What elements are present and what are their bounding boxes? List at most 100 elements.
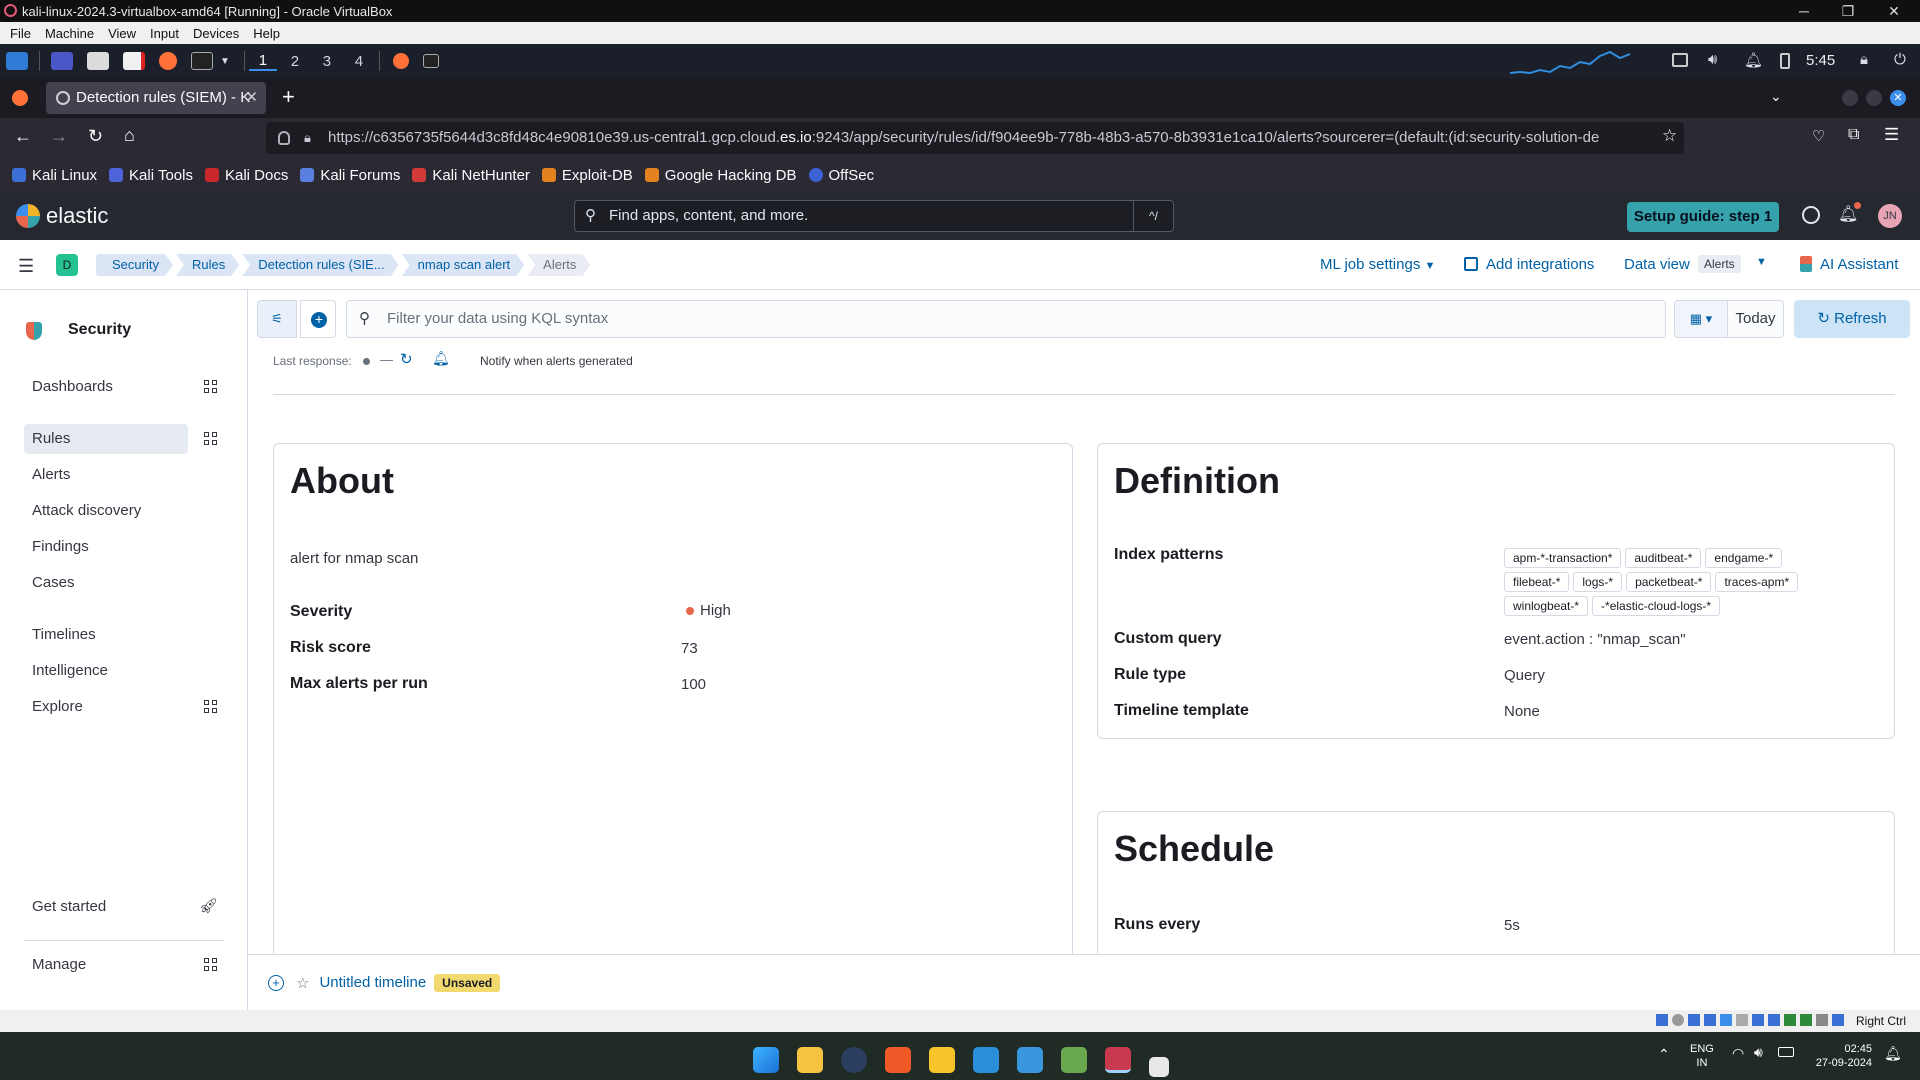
explore-grid-icon[interactable] <box>204 700 218 714</box>
wifi-icon[interactable]: ◠ <box>1732 1045 1744 1062</box>
bookmark-exploit-db[interactable]: Exploit-DB <box>541 167 633 184</box>
workspace-3[interactable]: 3 <box>313 53 341 70</box>
menu-view[interactable]: View <box>108 26 136 41</box>
desktop-icon[interactable] <box>51 52 73 70</box>
visual-studio-installer-icon[interactable] <box>1061 1047 1087 1073</box>
workspace-2[interactable]: 2 <box>281 53 309 70</box>
workspace-4[interactable]: 4 <box>345 53 373 70</box>
bookmark-kali-linux[interactable]: Kali Linux <box>12 167 97 184</box>
brave-icon[interactable] <box>885 1047 911 1073</box>
data-view-chevron-icon[interactable]: ▼ <box>1756 256 1767 268</box>
app-menu-icon[interactable]: ☰ <box>1884 125 1899 145</box>
add-integrations-button[interactable]: Add integrations <box>1486 256 1594 273</box>
system-clock[interactable]: 02:45 27-09-2024 <box>1812 1042 1872 1070</box>
sidebar-item-dashboards[interactable]: Dashboards <box>24 372 217 402</box>
sidebar-item-rules[interactable]: Rules <box>24 424 217 454</box>
breadcrumb-security[interactable]: Security <box>96 254 173 276</box>
timeline-add-icon[interactable]: + <box>268 974 284 991</box>
virtualbox-icon[interactable] <box>1105 1047 1131 1073</box>
reload-icon[interactable]: ↻ <box>88 126 103 147</box>
close-icon[interactable]: ✕ <box>1874 0 1914 22</box>
pocket-icon[interactable]: ♡ <box>1812 127 1825 145</box>
firefox-icon[interactable] <box>159 52 177 70</box>
elastic-logo-icon[interactable] <box>16 204 40 228</box>
back-icon[interactable]: ← <box>14 126 32 147</box>
sidebar-item-findings[interactable]: Findings <box>24 532 188 562</box>
menu-help[interactable]: Help <box>253 26 280 41</box>
bookmark-google-hacking-db[interactable]: Google Hacking DB <box>644 167 797 184</box>
extensions-icon[interactable]: ⧉ <box>1848 126 1859 144</box>
dashboards-grid-icon[interactable] <box>204 380 218 394</box>
data-view-label[interactable]: Data view <box>1624 256 1690 273</box>
workspace-1[interactable]: 1 <box>248 52 277 71</box>
timeline-name-link[interactable]: Untitled timeline <box>319 974 426 991</box>
add-filter-button[interactable]: + <box>300 300 336 338</box>
date-quick-menu-button[interactable]: ▦ ▾ <box>1674 300 1728 338</box>
sidebar-item-intelligence[interactable]: Intelligence <box>24 656 188 686</box>
terminal-window-icon[interactable] <box>422 54 439 68</box>
sidebar-title[interactable]: Security <box>68 321 131 339</box>
speaker-icon[interactable]: 🔊︎ <box>1754 1044 1763 1061</box>
hamburger-menu-icon[interactable]: ☰ <box>18 256 34 277</box>
files-icon[interactable] <box>87 52 109 70</box>
rules-grid-icon[interactable] <box>204 432 218 446</box>
minimize-icon[interactable]: ─ <box>1784 0 1824 22</box>
bell-icon[interactable]: 🔔︎ <box>432 350 450 367</box>
rocket-icon[interactable]: 🚀︎ <box>199 892 218 922</box>
tab-close-icon[interactable]: ✕ <box>245 82 258 114</box>
notification-center-icon[interactable]: 🔔︎ <box>1884 1045 1902 1062</box>
kql-search-input[interactable]: ⚲ Filter your data using KQL syntax <box>346 300 1666 338</box>
url-bar[interactable]: 🔒︎ https://c6356735f5644d3c8fd48c4e90810… <box>266 122 1684 154</box>
timeline-favorite-icon[interactable]: ☆ <box>296 974 309 992</box>
windows-start-icon[interactable] <box>753 1047 779 1073</box>
home-icon[interactable]: ⌂ <box>124 125 135 146</box>
volume-icon[interactable]: 🔊︎ <box>1708 51 1717 68</box>
menu-file[interactable]: File <box>10 26 31 41</box>
data-view-badge[interactable]: Alerts <box>1698 255 1741 273</box>
restore-icon[interactable]: ❐ <box>1828 0 1868 22</box>
bookmark-kali-docs[interactable]: Kali Docs <box>204 167 288 184</box>
rule-refresh-icon[interactable]: ↻ <box>400 350 413 368</box>
sidebar-item-get-started[interactable]: Get started 🚀︎ <box>24 892 218 922</box>
space-avatar[interactable]: D <box>56 254 78 276</box>
tray-overflow-icon[interactable]: ⌃ <box>1658 1046 1670 1063</box>
tab-detection-rules[interactable]: Detection rules (SIEM) - K ✕ <box>46 82 266 114</box>
menu-input[interactable]: Input <box>150 26 179 41</box>
bookmark-kali-forums[interactable]: Kali Forums <box>300 167 400 184</box>
battery-icon[interactable] <box>1780 53 1790 69</box>
firefox-window-icon[interactable] <box>392 53 409 69</box>
bookmark-star-icon[interactable]: ☆ <box>1662 126 1677 146</box>
steam-icon[interactable] <box>841 1047 867 1073</box>
breadcrumb-rules[interactable]: Rules <box>176 254 239 276</box>
window-min-icon[interactable] <box>1842 90 1858 106</box>
filter-options-button[interactable]: ⚟ <box>257 300 297 338</box>
forward-icon[interactable]: → <box>50 126 68 147</box>
menu-machine[interactable]: Machine <box>45 26 94 41</box>
chevron-down-icon[interactable]: ▼ <box>220 56 230 67</box>
power-icon[interactable]: ⏻ <box>1894 51 1906 68</box>
ai-assistant-button[interactable]: AI Assistant <box>1820 256 1898 273</box>
lock-icon[interactable]: 🔒︎ <box>1860 51 1868 68</box>
ml-job-settings-button[interactable]: ML job settings ▼ <box>1320 256 1435 273</box>
manage-grid-icon[interactable] <box>204 958 218 972</box>
sidebar-item-alerts[interactable]: Alerts <box>24 460 188 490</box>
sticky-notes-icon[interactable] <box>929 1047 955 1073</box>
terminal-icon[interactable] <box>191 52 213 70</box>
refresh-button[interactable]: ↻ Refresh <box>1794 300 1910 338</box>
new-tab-icon[interactable]: + <box>282 84 295 110</box>
bookmark-kali-tools[interactable]: Kali Tools <box>109 167 193 184</box>
window-max-icon[interactable] <box>1866 90 1882 106</box>
setup-guide-button[interactable]: Setup guide: step 1 <box>1627 202 1779 232</box>
bookmark-kali-nethunter[interactable]: Kali NetHunter <box>412 167 530 184</box>
kali-menu-icon[interactable] <box>6 52 28 70</box>
file-explorer-icon[interactable] <box>797 1047 823 1073</box>
brand-name[interactable]: elastic <box>46 203 108 229</box>
sidebar-item-explore[interactable]: Explore <box>24 692 217 722</box>
sidebar-item-cases[interactable]: Cases <box>24 568 188 598</box>
breadcrumb-detection-rules[interactable]: Detection rules (SIE... <box>242 254 398 276</box>
calendar-app-icon[interactable] <box>1149 1057 1169 1077</box>
shield-icon[interactable] <box>278 131 290 145</box>
menu-devices[interactable]: Devices <box>193 26 239 41</box>
user-avatar[interactable]: JN <box>1878 204 1902 228</box>
breadcrumb-nmap-scan-alert[interactable]: nmap scan alert <box>402 254 525 276</box>
